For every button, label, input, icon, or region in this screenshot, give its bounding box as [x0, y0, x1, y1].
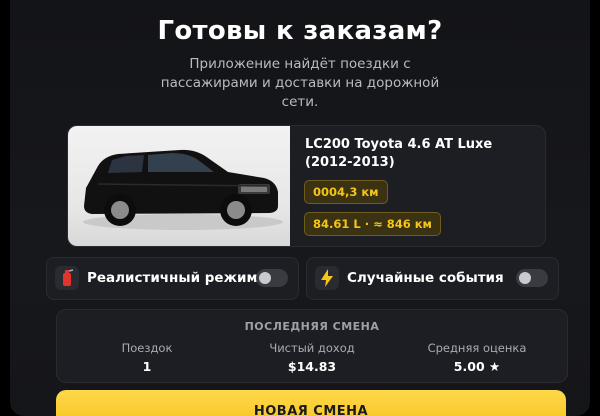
- realistic-mode-label: Реалистичный режим: [87, 270, 258, 286]
- stat-value: 1: [142, 359, 152, 374]
- car-image-icon: [83, 149, 283, 230]
- realistic-mode-switch[interactable]: [256, 269, 288, 287]
- odometer-badge: 0004,3 км: [304, 180, 388, 204]
- last-shift-title: ПОСЛЕДНЯЯ СМЕНА: [244, 320, 380, 333]
- vehicle-photo: [68, 126, 290, 246]
- stat-label: Поездок: [121, 341, 173, 355]
- new-shift-button[interactable]: НОВАЯ СМЕНА: [56, 390, 566, 416]
- stat-average-rating: Средняя оценка 5.00 ★: [397, 341, 557, 374]
- realistic-mode-toggle-card[interactable]: Реалистичный режим: [46, 257, 299, 300]
- stat-label: Средняя оценка: [427, 341, 527, 355]
- last-shift-card: ПОСЛЕДНЯЯ СМЕНА Поездок 1 Чистый доход $…: [56, 309, 568, 383]
- page-title: Готовы к заказам?: [157, 16, 443, 46]
- switch-knob: [519, 272, 531, 284]
- vehicle-card[interactable]: LC200 Toyota 4.6 AT Luxe (2012-2013) 000…: [67, 125, 546, 247]
- random-events-label: Случайные события: [347, 270, 504, 286]
- app-screen: Готовы к заказам? Приложение найдёт поез…: [10, 0, 590, 416]
- stat-value: $14.83: [287, 359, 337, 374]
- stat-value: 5.00 ★: [453, 359, 501, 374]
- fuel-badge: 84.61 L · ≈ 846 км: [304, 212, 441, 236]
- random-events-toggle-card[interactable]: Случайные события: [306, 257, 559, 300]
- switch-knob: [259, 272, 271, 284]
- fire-extinguisher-icon: [55, 266, 79, 290]
- stat-trips: Поездок 1: [67, 341, 227, 374]
- page-subtitle: Приложение найдёт поездки с пассажирами …: [160, 56, 440, 110]
- lightning-icon: [315, 266, 339, 290]
- random-events-switch[interactable]: [516, 269, 548, 287]
- vehicle-name: LC200 Toyota 4.6 AT Luxe (2012-2013): [305, 137, 493, 170]
- stat-label: Чистый доход: [269, 341, 355, 355]
- stat-net-income: Чистый доход $14.83: [232, 341, 392, 374]
